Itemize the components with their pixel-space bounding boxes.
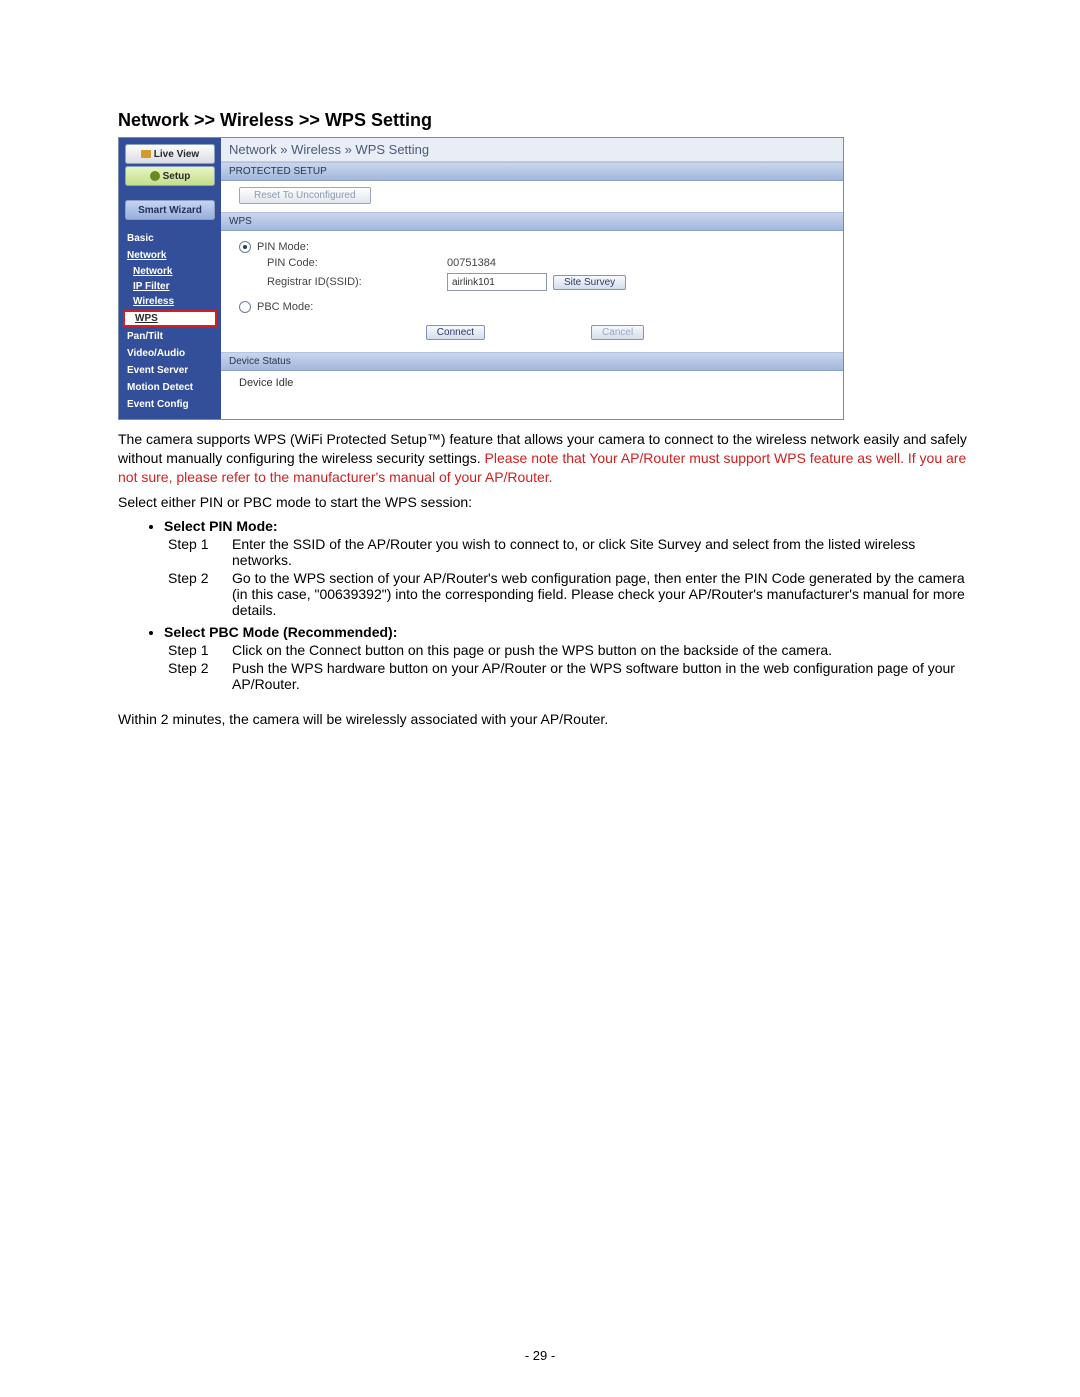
step-text: Push the WPS hardware button on your AP/… <box>232 660 970 692</box>
pin-mode-heading: Select PIN Mode: <box>164 518 278 534</box>
pin-code-label: PIN Code: <box>239 257 447 269</box>
gear-icon <box>150 171 160 181</box>
pin-step-1: Step 1 Enter the SSID of the AP/Router y… <box>168 536 970 568</box>
step-number: Step 1 <box>168 642 232 658</box>
sidebar-section-eventserver[interactable]: Event Server <box>119 362 221 379</box>
pbc-step-2: Step 2 Push the WPS hardware button on y… <box>168 660 970 692</box>
sidebar-section-pantilt[interactable]: Pan/Tilt <box>119 328 221 345</box>
device-status-bar: Device Status <box>221 352 843 371</box>
sidebar-section-motiondetect[interactable]: Motion Detect <box>119 379 221 396</box>
site-survey-button[interactable]: Site Survey <box>553 275 626 290</box>
device-status-value: Device Idle <box>239 377 293 389</box>
camera-icon <box>141 150 151 158</box>
intro-paragraph: The camera supports WPS (WiFi Protected … <box>118 430 970 487</box>
select-mode-paragraph: Select either PIN or PBC mode to start t… <box>118 493 970 512</box>
sidebar-setup-label: Setup <box>163 171 191 182</box>
sidebar-smart-wizard-label: Smart Wizard <box>138 205 202 216</box>
step-number: Step 2 <box>168 570 232 618</box>
sidebar-smart-wizard[interactable]: Smart Wizard <box>125 200 215 220</box>
step-text: Enter the SSID of the AP/Router you wish… <box>232 536 970 568</box>
sidebar-item-ipfilter[interactable]: IP Filter <box>119 279 221 294</box>
sidebar-item-wireless[interactable]: Wireless <box>119 294 221 309</box>
sidebar-live-view-label: Live View <box>154 149 199 160</box>
sidebar-section-eventconfig[interactable]: Event Config <box>119 396 221 413</box>
pbc-step-1: Step 1 Click on the Connect button on th… <box>168 642 970 658</box>
sidebar-item-wps[interactable]: WPS <box>123 310 217 327</box>
reset-button[interactable]: Reset To Unconfigured <box>239 187 371 204</box>
document-body: The camera supports WPS (WiFi Protected … <box>118 430 970 728</box>
step-text: Click on the Connect button on this page… <box>232 642 970 658</box>
wps-bar: WPS <box>221 212 843 231</box>
pin-mode-section: Select PIN Mode: Step 1 Enter the SSID o… <box>164 518 970 618</box>
sidebar-section-videoaudio[interactable]: Video/Audio <box>119 345 221 362</box>
config-screenshot: Live View Setup Smart Wizard Basic Netwo… <box>118 137 844 420</box>
sidebar-section-basic[interactable]: Basic <box>119 230 221 247</box>
sidebar: Live View Setup Smart Wizard Basic Netwo… <box>119 138 221 419</box>
step-number: Step 2 <box>168 660 232 692</box>
sidebar-live-view[interactable]: Live View <box>125 144 215 164</box>
pbc-mode-label: PBC Mode: <box>257 301 313 313</box>
content-area: Network » Wireless » WPS Setting PROTECT… <box>221 138 843 419</box>
pin-step-2: Step 2 Go to the WPS section of your AP/… <box>168 570 970 618</box>
pbc-mode-heading: Select PBC Mode (Recommended): <box>164 624 397 640</box>
pin-mode-radio[interactable] <box>239 241 251 253</box>
sidebar-section-network[interactable]: Network <box>119 247 221 264</box>
connect-button[interactable]: Connect <box>426 325 485 340</box>
pbc-mode-radio[interactable] <box>239 301 251 313</box>
pbc-mode-row[interactable]: PBC Mode: <box>239 301 447 313</box>
pbc-mode-section: Select PBC Mode (Recommended): Step 1 Cl… <box>164 624 970 692</box>
sidebar-item-network[interactable]: Network <box>119 264 221 279</box>
page-number: - 29 - <box>0 1348 1080 1363</box>
protected-setup-bar: PROTECTED SETUP <box>221 162 843 181</box>
pin-mode-row[interactable]: PIN Mode: <box>239 241 447 253</box>
sidebar-setup[interactable]: Setup <box>125 166 215 186</box>
pin-mode-label: PIN Mode: <box>257 241 309 253</box>
registrar-label: Registrar ID(SSID): <box>239 276 447 288</box>
page-title: Network >> Wireless >> WPS Setting <box>118 110 970 131</box>
step-text: Go to the WPS section of your AP/Router'… <box>232 570 970 618</box>
step-number: Step 1 <box>168 536 232 568</box>
breadcrumb: Network » Wireless » WPS Setting <box>221 138 843 162</box>
registrar-input[interactable] <box>447 273 547 291</box>
closing-paragraph: Within 2 minutes, the camera will be wir… <box>118 710 970 729</box>
cancel-button[interactable]: Cancel <box>591 325 644 340</box>
pin-code-value: 00751384 <box>447 257 496 269</box>
